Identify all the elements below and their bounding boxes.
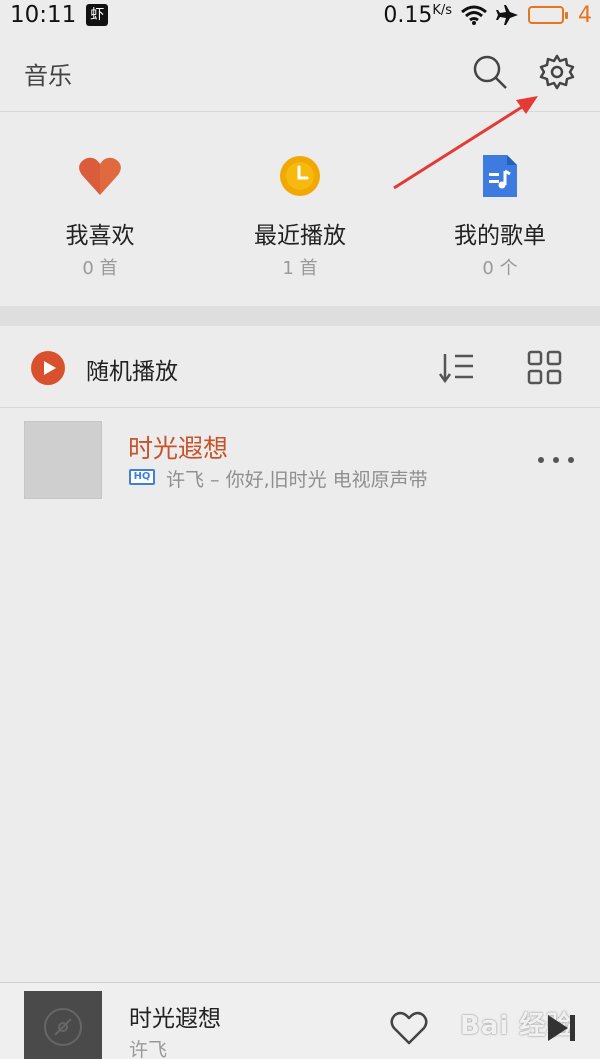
battery-level: 4: [578, 2, 592, 28]
status-indicators: 0.15K/s 4: [383, 0, 592, 30]
tile-count: 1 首: [282, 258, 318, 279]
album-cover: [24, 421, 102, 499]
tile-label: 我的歌单: [454, 223, 546, 249]
sort-button[interactable]: [437, 350, 477, 386]
tile-count: 0 个: [482, 258, 518, 279]
tile-favorites[interactable]: 我喜欢 0 首: [0, 113, 200, 306]
section-divider: [0, 306, 600, 326]
song-title: 时光遐想: [128, 434, 229, 463]
page-title: 音乐: [24, 62, 72, 90]
more-dot-icon: [568, 457, 574, 463]
sort-icon: [438, 354, 473, 384]
more-options-button[interactable]: [538, 453, 574, 467]
clock-icon: [280, 156, 320, 196]
app-notification-icon: 虾: [86, 4, 109, 26]
like-heart-icon[interactable]: [390, 1011, 428, 1045]
net-speed-unit: K/s: [432, 2, 452, 18]
mini-player[interactable]: 时光遐想 许飞 Bai 经验: [0, 982, 600, 1059]
now-playing-cover: [24, 991, 102, 1059]
grid-view-button[interactable]: [526, 350, 564, 386]
tile-label: 最近播放: [254, 223, 346, 249]
status-bar: 10:11 虾 0.15K/s 4: [0, 0, 600, 30]
quick-tiles: 我喜欢 0 首 最近播放 1 首 我的歌单 0 个: [0, 113, 600, 306]
disc-icon: [44, 1008, 82, 1046]
status-time: 10:11: [10, 2, 77, 28]
play-circle-icon[interactable]: [30, 350, 66, 386]
playlist-doc-icon: [483, 155, 517, 197]
next-track-icon[interactable]: [546, 1013, 578, 1043]
battery-icon: [528, 6, 568, 24]
song-subtitle: 许飞 – 你好,旧时光 电视原声带: [166, 469, 428, 491]
more-dot-icon: [553, 457, 559, 463]
now-playing-title: 时光遐想: [129, 1006, 221, 1032]
net-speed: 0.15K/s: [383, 3, 452, 28]
net-speed-value: 0.15: [383, 2, 433, 28]
tile-count: 0 首: [82, 258, 118, 279]
shuffle-play-button[interactable]: 随机播放: [86, 352, 178, 386]
tile-playlists[interactable]: 我的歌单 0 个: [400, 113, 600, 306]
heart-icon: [79, 157, 121, 195]
airplane-icon: [496, 5, 518, 25]
tile-label: 我喜欢: [65, 223, 135, 249]
grid-icon: [527, 350, 562, 385]
song-list-item[interactable]: 时光遐想 HQ 许飞 – 你好,旧时光 电视原声带: [0, 409, 600, 509]
more-dot-icon: [538, 457, 544, 463]
hq-badge: HQ: [129, 469, 155, 485]
now-playing-artist: 许飞: [129, 1039, 168, 1059]
tile-recent[interactable]: 最近播放 1 首: [200, 113, 400, 306]
wifi-icon: [461, 5, 487, 25]
shuffle-bar: 随机播放: [0, 326, 600, 408]
